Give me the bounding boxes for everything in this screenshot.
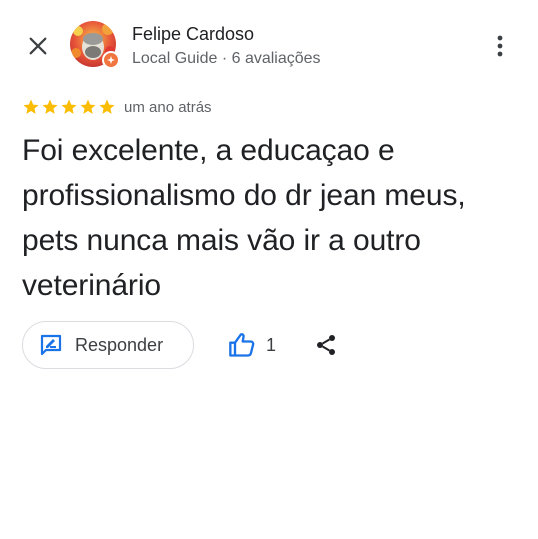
more-vert-icon xyxy=(497,35,503,57)
review-date: um ano atrás xyxy=(124,98,212,116)
review-header: Felipe Cardoso Local Guide · 6 avaliaçõe… xyxy=(0,20,538,72)
review-dialog: Felipe Cardoso Local Guide · 6 avaliaçõe… xyxy=(0,0,538,539)
star-rating xyxy=(22,98,116,116)
author-name[interactable]: Felipe Cardoso xyxy=(132,24,254,45)
share-icon xyxy=(317,335,335,355)
share-button[interactable] xyxy=(312,331,340,359)
reply-icon xyxy=(40,334,62,356)
star-icon xyxy=(99,99,115,114)
star-icon xyxy=(23,99,39,114)
star-icon xyxy=(61,99,77,114)
more-options-button[interactable] xyxy=(484,30,516,62)
avatar[interactable] xyxy=(70,21,120,69)
thumb-up-icon xyxy=(229,333,255,357)
author-meta: Local Guide · 6 avaliações xyxy=(132,50,321,67)
rating-row: um ano atrás xyxy=(22,96,212,118)
like-button[interactable]: 1 xyxy=(228,329,276,361)
star-icon xyxy=(80,99,96,114)
local-guide-badge-icon xyxy=(102,51,120,69)
review-actions: Responder 1 xyxy=(22,321,522,371)
star-icon xyxy=(42,99,58,114)
reply-button-label: Responder xyxy=(75,334,164,355)
like-count: 1 xyxy=(266,334,277,355)
reply-button[interactable]: Responder xyxy=(22,321,194,369)
review-text: Foi excelente, a educaçao e profissional… xyxy=(22,134,466,302)
close-icon xyxy=(29,37,47,55)
close-button[interactable] xyxy=(22,30,54,62)
